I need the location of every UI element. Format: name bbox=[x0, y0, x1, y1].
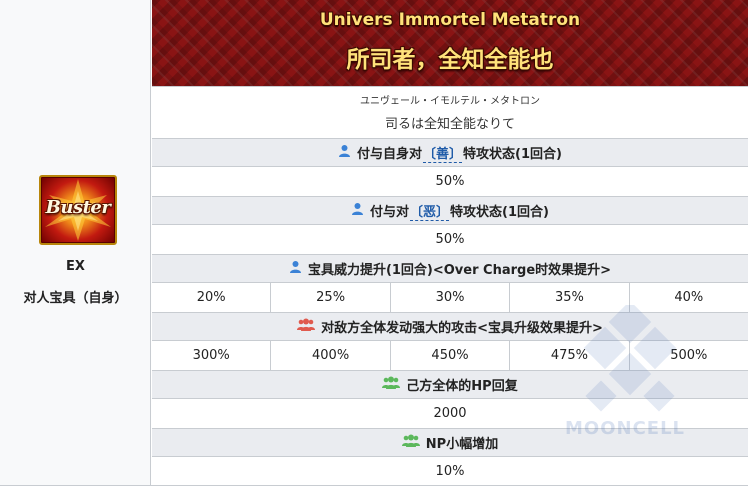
noble-phantasm-table: Buster EX 对人宝具（自身） Univers Immortel Meta… bbox=[0, 0, 748, 486]
effect-value: 400% bbox=[271, 341, 391, 370]
effect-label: 付与对 bbox=[370, 205, 410, 220]
ally-group-icon bbox=[382, 376, 401, 393]
np-info-column: Buster EX 对人宝具（自身） bbox=[0, 0, 151, 486]
effect-label: 付与自身对 bbox=[357, 147, 423, 162]
effect-header-1: 付与对 〔恶〕 特攻状态(1回合) bbox=[152, 196, 748, 224]
np-title: 所司者，全知全能也 bbox=[346, 47, 554, 73]
np-reading: 司るは全知全能なりて bbox=[384, 117, 515, 132]
person-icon bbox=[338, 144, 351, 161]
buster-card-icon: Buster bbox=[39, 175, 117, 245]
effect-values-1: 50% bbox=[152, 224, 748, 254]
effect-header-2: 宝具威力提升(1回合)<Over Charge时效果提升> bbox=[152, 254, 748, 282]
effect-label: 己方全体的HP回复 bbox=[406, 379, 518, 394]
effect-label-suffix: 特攻状态(1回合) bbox=[463, 147, 562, 162]
effect-label: NP小幅增加 bbox=[425, 437, 499, 452]
effect-value: 20% bbox=[152, 283, 272, 312]
enemy-group-icon bbox=[297, 318, 316, 335]
effect-value: 450% bbox=[391, 341, 511, 370]
trait-link-good[interactable]: 〔善〕 bbox=[423, 143, 463, 163]
np-type: 对人宝具（自身） bbox=[23, 291, 128, 306]
buster-label: Buster bbox=[45, 197, 111, 218]
effect-label: 宝具威力提升(1回合)<Over Charge时效果提升> bbox=[307, 263, 612, 278]
person-icon bbox=[351, 202, 364, 219]
trait-link-evil[interactable]: 〔恶〕 bbox=[410, 201, 450, 221]
effect-value: 30% bbox=[391, 283, 511, 312]
effect-value: 25% bbox=[271, 283, 391, 312]
effect-values-5: 10% bbox=[152, 456, 748, 486]
effect-value: 300% bbox=[152, 341, 272, 370]
np-name-banner: Univers Immortel Metatron 所司者，全知全能也 bbox=[152, 0, 748, 86]
effect-values-0: 50% bbox=[152, 166, 748, 196]
person-icon bbox=[289, 260, 302, 277]
mooncell-watermark-text: MOONCELL bbox=[564, 418, 686, 439]
effect-header-0: 付与自身对 〔善〕 特攻状态(1回合) bbox=[152, 138, 748, 166]
effect-value: 10% bbox=[435, 464, 465, 479]
effect-label-suffix: 特攻状态(1回合) bbox=[450, 205, 549, 220]
np-reading-ruby: ユニヴェール・イモルテル・メタトロン bbox=[360, 96, 540, 107]
effect-value: 50% bbox=[435, 232, 465, 247]
effect-value: 2000 bbox=[433, 406, 467, 421]
np-ruby-title: Univers Immortel Metatron bbox=[319, 10, 581, 30]
ally-group-icon bbox=[401, 434, 420, 451]
effect-value: 50% bbox=[435, 174, 465, 189]
np-rank: EX bbox=[66, 259, 85, 274]
